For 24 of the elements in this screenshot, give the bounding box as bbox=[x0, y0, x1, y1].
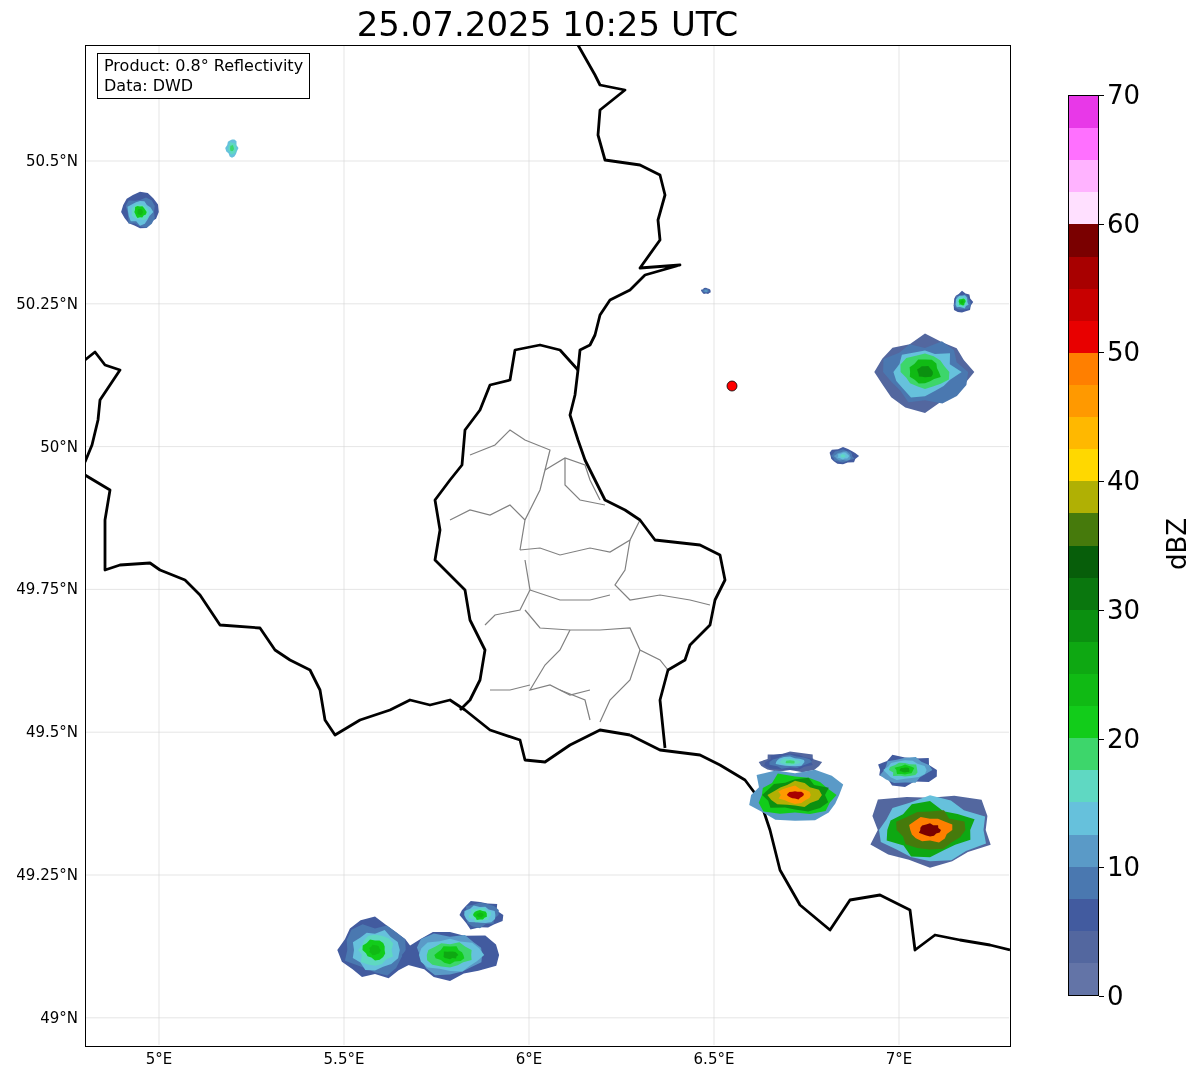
colorbar-tick-label: 20 bbox=[1107, 723, 1141, 754]
longitude-label: 6°E bbox=[514, 1050, 544, 1068]
info-text: Product: 0.8° Reflectivity bbox=[104, 56, 304, 76]
longitude-label: 6.5°E bbox=[692, 1050, 736, 1068]
longitude-label: 5°E bbox=[144, 1050, 174, 1068]
latitude-label: 49.25°N bbox=[16, 866, 78, 884]
colorbar-tick-label: 40 bbox=[1107, 466, 1141, 497]
colorbar-axis-label: dBZ bbox=[1162, 520, 1192, 570]
latitude-label: 50.5°N bbox=[25, 152, 78, 170]
info-text: Data: DWD bbox=[104, 76, 195, 96]
chart-title: 25.07.2025 10:25 UTC bbox=[355, 4, 740, 44]
colorbar-tick-label: 10 bbox=[1107, 852, 1141, 883]
longitude-label: 5.5°E bbox=[322, 1050, 366, 1068]
colorbar-tick-label: 70 bbox=[1107, 80, 1141, 110]
latitude-label: 49.5°N bbox=[25, 723, 78, 742]
colorbar-tick-label: 30 bbox=[1107, 594, 1141, 625]
latitude-label: 49°N bbox=[40, 1008, 78, 1027]
latitude-label: 50.25°N bbox=[16, 294, 78, 313]
colorbar-tick-label: 50 bbox=[1107, 337, 1141, 368]
latitude-label: 49.75°N bbox=[16, 580, 78, 599]
colorbar-tick-label: 0 bbox=[1107, 981, 1124, 1011]
colorbar-tick-label: 60 bbox=[1107, 208, 1141, 239]
longitude-label: 7°E bbox=[884, 1050, 914, 1068]
latitude-label: 50°N bbox=[40, 437, 78, 456]
